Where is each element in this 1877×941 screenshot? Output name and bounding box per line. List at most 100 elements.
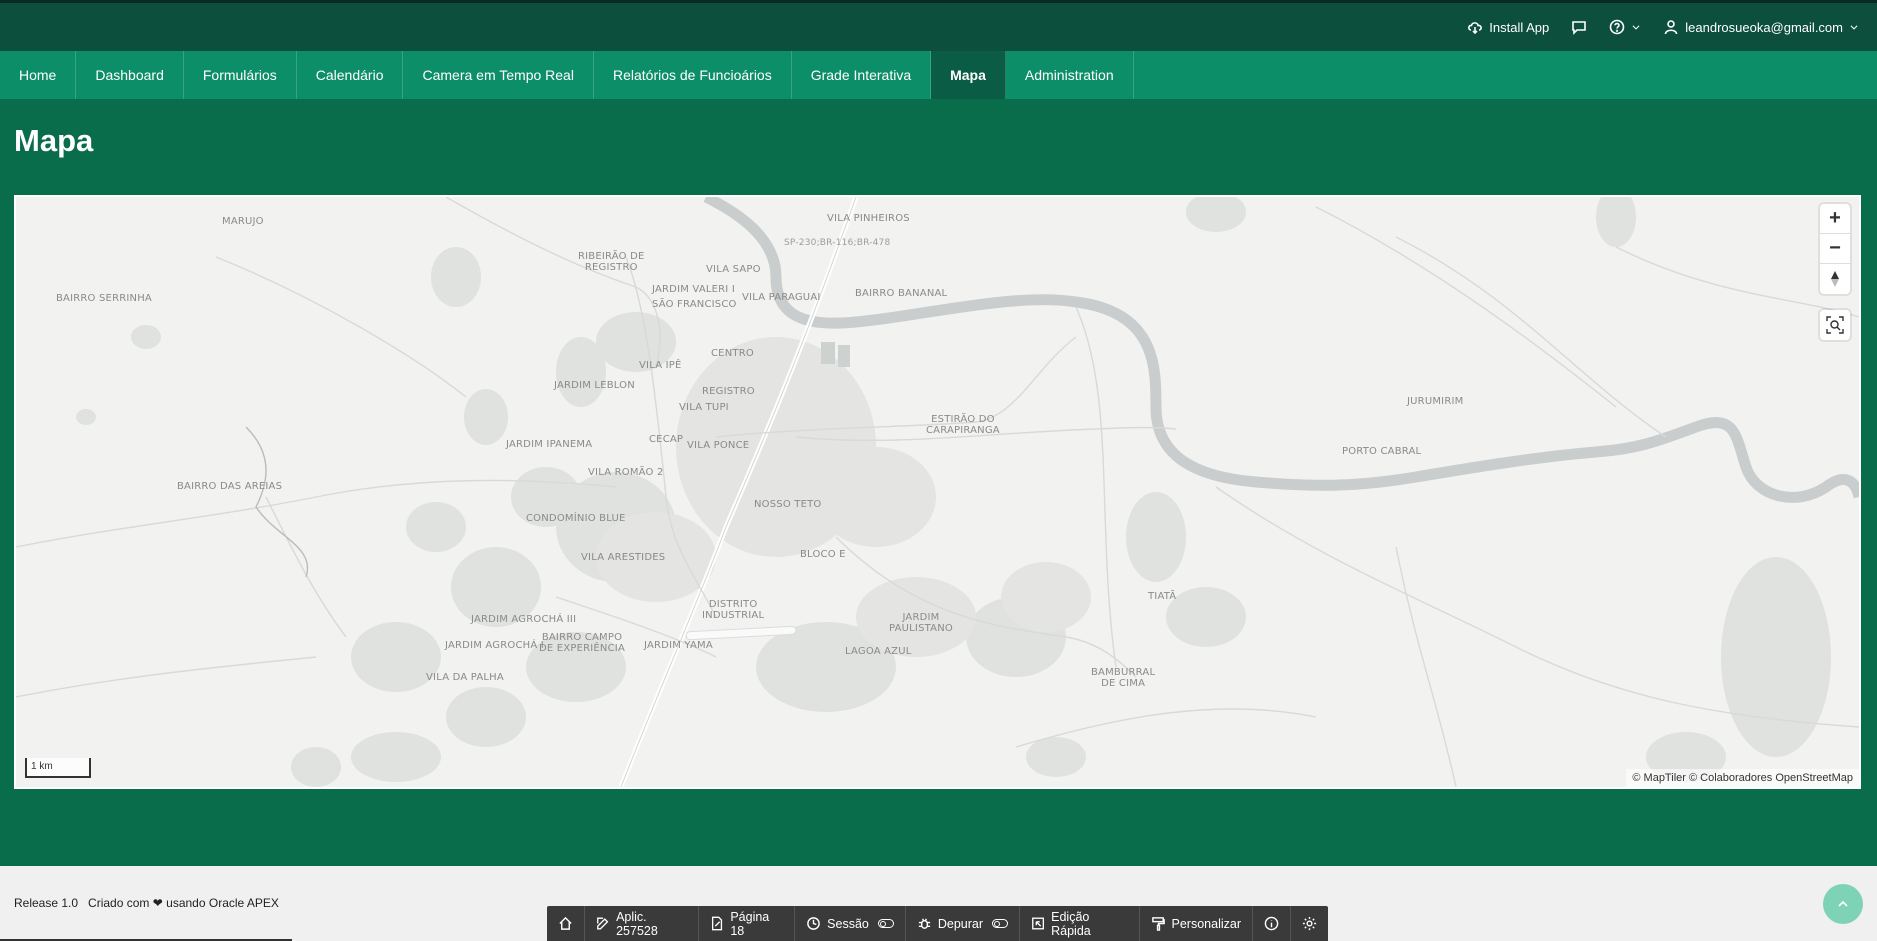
cloud-download-icon	[1468, 22, 1483, 35]
map-region[interactable]: MARUJO RIBEIRÃO DE REGISTRO VILA PINHEIR…	[14, 195, 1861, 789]
release-label: Release 1.0	[14, 896, 79, 910]
dev-debug-label: Depurar	[937, 916, 984, 931]
tab-formularios[interactable]: Formulários	[184, 51, 297, 99]
dev-application-label: Aplic. 257528	[616, 909, 658, 938]
map-scale-bar: 1 km	[25, 758, 91, 778]
map-navigation-controls: + −	[1820, 204, 1850, 294]
map-label-vila-ipe: VILA IPÊ	[639, 360, 682, 371]
map-label-centro: CENTRO	[711, 348, 754, 359]
map-attribution[interactable]: © MapTiler © Colaboradores OpenStreetMap	[1626, 769, 1859, 787]
dev-session-button[interactable]: Sessão	[795, 906, 906, 941]
tab-camera[interactable]: Camera em Tempo Real	[403, 51, 594, 99]
map-label-vila-tupi: VILA TUPI	[679, 402, 729, 413]
tab-administration[interactable]: Administration	[1006, 51, 1134, 99]
quick-edit-icon	[1032, 917, 1045, 930]
dev-debug-button[interactable]: Depurar	[906, 906, 1021, 941]
map-label-ribeirao: RIBEIRÃO DE REGISTRO	[578, 251, 645, 273]
header-actions: Install App leandrosueoka@gmail.com	[1467, 19, 1859, 35]
tab-relatorios[interactable]: Relatórios de Funcioários	[594, 51, 792, 99]
session-icon	[807, 917, 820, 930]
top-header-bar: Install App leandrosueoka@gmail.com	[0, 0, 1877, 51]
map-label-vila-ponce: VILA PONCE	[687, 440, 750, 451]
tab-grade-interativa[interactable]: Grade Interativa	[792, 51, 932, 99]
map-label-bloco-e: BLOCO E	[800, 549, 846, 560]
dev-customize-label: Personalizar	[1171, 916, 1241, 931]
paint-roller-icon	[1151, 917, 1165, 931]
dev-customize-button[interactable]: Personalizar	[1140, 906, 1253, 941]
map-label-jardim-paulistano: JARDIM PAULISTANO	[889, 612, 953, 634]
install-app-button[interactable]: Install App	[1467, 19, 1549, 35]
help-menu-button[interactable]	[1609, 19, 1641, 35]
map-label-bamburral: BAMBURRAL DE CIMA	[1091, 667, 1156, 689]
developer-toolbar: Aplic. 257528 Página 18 Sessão Depurar E…	[547, 906, 1328, 941]
footer-text: Release 1.0 Criado com ❤ usando Oracle A…	[14, 896, 279, 910]
tab-mapa[interactable]: Mapa	[931, 51, 1006, 99]
scroll-to-top-button[interactable]	[1823, 884, 1863, 924]
info-icon	[1264, 916, 1279, 931]
chevron-up-icon	[1838, 900, 1848, 907]
map-label-estirao: ESTIRÃO DO CARAPIRANGA	[926, 414, 1000, 436]
map-label-bairro-bananal: BAIRRO BANANAL	[855, 288, 948, 299]
edit-icon	[597, 917, 609, 930]
bug-icon	[918, 918, 930, 929]
zoom-out-button[interactable]: −	[1820, 234, 1850, 264]
dev-home-button[interactable]	[547, 906, 585, 941]
chevron-down-icon	[1632, 25, 1640, 30]
user-menu-button[interactable]: leandrosueoka@gmail.com	[1663, 19, 1859, 35]
map-label-marujo: MARUJO	[222, 216, 264, 227]
feedback-button[interactable]	[1571, 19, 1587, 35]
map-label-sao-francisco: SÃO FRANCISCO	[652, 299, 737, 310]
content-region: MARUJO RIBEIRÃO DE REGISTRO VILA PINHEIR…	[0, 179, 1877, 866]
tab-dashboard[interactable]: Dashboard	[76, 51, 184, 99]
session-toggle[interactable]	[877, 919, 894, 928]
home-icon	[559, 916, 572, 930]
help-circle-icon	[1609, 19, 1625, 35]
map-label-jardim-yama: JARDIM YAMA	[644, 640, 713, 651]
map-label-bairro-areias: BAIRRO DAS AREIAS	[177, 481, 283, 492]
map-label-vila-arestides: VILA ARESTIDES	[581, 552, 666, 563]
page-title: Mapa	[14, 123, 94, 158]
map-label-vila-palha: VILA DA PALHA	[426, 672, 504, 683]
dev-application-button[interactable]: Aplic. 257528	[585, 906, 700, 941]
map-label-cecap: CECAP	[649, 434, 684, 445]
user-icon	[1664, 20, 1678, 35]
chat-bubble-icon	[1572, 21, 1587, 35]
zoom-extent-icon	[1826, 316, 1844, 334]
dev-info-button[interactable]	[1253, 906, 1291, 941]
page-edit-icon	[712, 916, 723, 931]
map-label-highway: SP-230;BR-116;BR-478	[784, 238, 891, 248]
tab-calendario[interactable]: Calendário	[297, 51, 404, 99]
created-with-text: Criado com	[88, 896, 150, 910]
compass-reset-button[interactable]	[1820, 264, 1850, 294]
main-navigation: Home Dashboard Formulários Calendário Ca…	[0, 51, 1877, 99]
map-canvas[interactable]	[16, 197, 1859, 787]
zoom-in-button[interactable]: +	[1820, 204, 1850, 234]
dev-page-button[interactable]: Página 18	[699, 906, 796, 941]
map-label-jardim-agrocha-i: JARDIM AGROCHÁ I	[445, 640, 544, 651]
install-app-label: Install App	[1489, 19, 1550, 35]
user-email: leandrosueoka@gmail.com	[1685, 19, 1843, 35]
created-with-label: Criado com ❤ usando Oracle APEX	[88, 896, 279, 910]
map-label-jardim-ipanema: JARDIM IPANEMA	[506, 439, 593, 450]
debug-toggle[interactable]	[992, 919, 1009, 928]
zoom-to-extent-button[interactable]	[1820, 310, 1850, 340]
dev-page-label: Página 18	[730, 909, 770, 938]
tab-home[interactable]: Home	[0, 51, 77, 99]
map-label-porto-cabral: PORTO CABRAL	[1342, 446, 1422, 457]
dev-session-label: Sessão	[827, 916, 869, 931]
dev-settings-button[interactable]	[1291, 906, 1328, 941]
map-label-jardim-leblon: JARDIM LEBLON	[554, 380, 635, 391]
compass-icon	[1831, 271, 1839, 287]
using-apex-text: usando Oracle APEX	[166, 896, 279, 910]
page-title-bar: Mapa	[0, 99, 1877, 179]
map-label-nosso-teto: NOSSO TETO	[754, 499, 822, 510]
dev-quick-edit-button[interactable]: Edição Rápida	[1020, 906, 1140, 941]
map-label-distrito-industrial: DISTRITO INDUSTRIAL	[702, 599, 765, 621]
heart-icon: ❤	[152, 896, 163, 910]
map-label-registro: REGISTRO	[702, 386, 755, 397]
map-label-vila-paraguai: VILA PARAGUAI	[742, 292, 821, 303]
map-label-condominio-blue: CONDOMÍNIO BLUE	[526, 513, 626, 524]
map-label-jardim-valeri: JARDIM VALERI I	[652, 284, 735, 295]
map-label-vila-pinheiros: VILA PINHEIROS	[827, 213, 910, 224]
dev-quick-edit-label: Edição Rápida	[1051, 909, 1091, 938]
